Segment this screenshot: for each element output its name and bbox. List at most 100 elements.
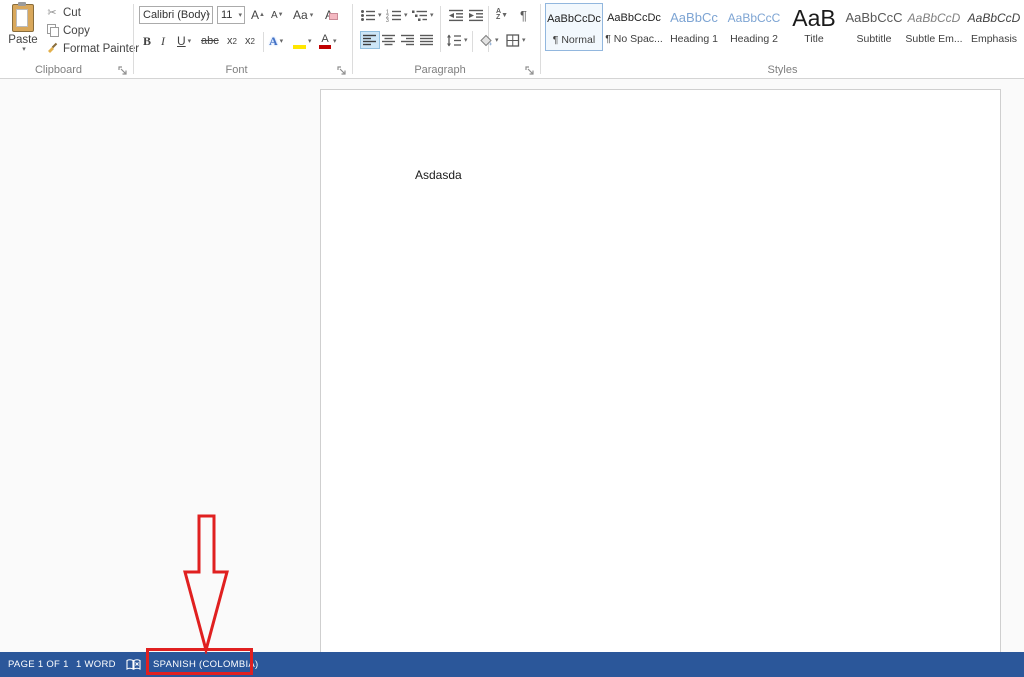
bold-button[interactable]: B xyxy=(141,32,153,50)
text-effects-icon: A xyxy=(269,33,278,48)
style-preview: AaBbCcDc xyxy=(547,13,601,25)
style-name: Heading 1 xyxy=(670,33,718,45)
style-heading-2[interactable]: AaBbCcC Heading 2 xyxy=(725,3,783,51)
increase-indent-button[interactable] xyxy=(466,6,486,24)
paragraph-dialog-launcher-icon[interactable] xyxy=(525,64,536,75)
highlight-dropdown-icon: ▾ xyxy=(308,37,312,45)
show-hide-pilcrow-button[interactable]: ¶ xyxy=(518,6,529,24)
numbering-button[interactable]: 123 ▾ xyxy=(384,6,410,24)
style-normal[interactable]: AaBbCcDc ¶ Normal xyxy=(545,3,603,51)
underline-button[interactable]: U ▾ xyxy=(175,32,193,50)
format-painter-button[interactable]: Format Painter xyxy=(45,40,139,57)
style-name: Subtle Em... xyxy=(905,33,963,45)
numbering-dropdown-icon: ▾ xyxy=(404,11,408,19)
style-subtitle[interactable]: AaBbCcC Subtitle xyxy=(845,3,903,51)
style-name: Subtitle xyxy=(856,33,892,45)
sort-button[interactable]: A Z ▼ xyxy=(494,6,510,24)
text-effects-button[interactable]: A ▾ xyxy=(267,32,285,50)
superscript-n: 2 xyxy=(250,36,255,46)
proofing-status-icon[interactable] xyxy=(126,652,141,677)
decrease-indent-icon xyxy=(449,9,463,21)
borders-button[interactable]: ▾ xyxy=(504,31,528,49)
align-center-icon xyxy=(382,34,395,46)
font-name-dropdown-icon: ▾ xyxy=(206,11,210,19)
borders-icon xyxy=(506,33,520,47)
status-bar: PAGE 1 OF 1 1 WORD SPANISH (COLOMBIA) xyxy=(0,652,1024,677)
copy-icon xyxy=(45,23,59,38)
bold-label: B xyxy=(143,33,152,48)
text-effects-dropdown-icon: ▾ xyxy=(279,37,284,45)
copy-button[interactable]: Copy xyxy=(45,22,90,39)
shading-icon xyxy=(480,34,492,46)
paste-button[interactable]: Paste ▾ xyxy=(4,2,42,66)
clear-formatting-button[interactable]: A xyxy=(323,6,340,24)
highlight-color-button[interactable]: ▾ xyxy=(291,32,314,50)
style-preview: AaBbCcC xyxy=(845,10,903,25)
strikethrough-button[interactable]: abc xyxy=(199,32,221,50)
bullets-icon xyxy=(361,9,375,21)
style-name: ¶ Normal xyxy=(552,34,596,46)
grow-font-label: A xyxy=(251,8,260,22)
font-name-select[interactable]: Calibri (Body) ▾ xyxy=(139,6,213,24)
styles-group: AaBbCcDc ¶ Normal AaBbCcDc ¶ No Spac... … xyxy=(541,0,1024,78)
paste-dropdown-icon[interactable]: ▾ xyxy=(6,46,42,53)
ribbon: Paste ▾ ✂ Cut Copy Format Painter Clipbo… xyxy=(0,0,1024,79)
font-name-value: Calibri (Body) xyxy=(143,9,209,21)
document-page[interactable]: Asdasda xyxy=(320,89,1001,652)
line-spacing-button[interactable]: ▾ xyxy=(444,31,470,49)
style-no-spacing[interactable]: AaBbCcDc ¶ No Spac... xyxy=(605,3,663,51)
language-status[interactable]: SPANISH (COLOMBIA) xyxy=(153,652,259,677)
clipboard-group: Paste ▾ ✂ Cut Copy Format Painter Clipbo… xyxy=(0,0,139,78)
paste-icon xyxy=(12,2,34,32)
style-preview: AaBbCc xyxy=(670,10,718,25)
shrink-font-label: A xyxy=(271,9,278,21)
cut-button[interactable]: ✂ Cut xyxy=(45,4,81,21)
format-painter-icon xyxy=(45,41,59,56)
style-heading-1[interactable]: AaBbCc Heading 1 xyxy=(665,3,723,51)
multilevel-list-icon xyxy=(412,10,427,21)
align-center-button[interactable] xyxy=(380,31,398,49)
style-preview: AaBbCcD xyxy=(967,11,1021,25)
numbering-icon: 123 xyxy=(386,9,401,22)
align-left-button[interactable] xyxy=(360,31,380,49)
underline-dropdown-icon: ▾ xyxy=(187,37,192,45)
font-color-icon: A xyxy=(319,33,331,49)
bullets-button[interactable]: ▾ xyxy=(358,6,384,24)
style-preview: AaBbCcC xyxy=(727,11,781,25)
font-size-dropdown-icon: ▾ xyxy=(238,11,242,19)
pilcrow-icon: ¶ xyxy=(520,7,527,23)
decrease-indent-button[interactable] xyxy=(446,6,466,24)
styles-group-label: Styles xyxy=(767,64,798,76)
multilevel-list-button[interactable]: ▾ xyxy=(410,6,436,24)
style-title[interactable]: AaB Title xyxy=(785,3,843,51)
page-count-status[interactable]: PAGE 1 OF 1 xyxy=(8,652,69,677)
shading-button[interactable]: ▾ xyxy=(476,31,501,49)
justify-button[interactable] xyxy=(418,31,436,49)
italic-label: I xyxy=(161,33,165,48)
style-preview: AaBbCcDc xyxy=(607,12,661,24)
style-emphasis[interactable]: AaBbCcD Emphasis xyxy=(965,3,1023,51)
change-case-label: Aa xyxy=(293,8,308,22)
borders-dropdown-icon: ▾ xyxy=(522,36,526,44)
style-name: ¶ No Spac... xyxy=(605,33,663,45)
align-right-button[interactable] xyxy=(399,31,417,49)
clipboard-dialog-launcher-icon[interactable] xyxy=(118,64,129,75)
increase-indent-icon xyxy=(469,9,483,21)
paste-label: Paste xyxy=(8,34,38,46)
change-case-button[interactable]: Aa ▾ xyxy=(291,6,315,24)
subscript-button[interactable]: x2 xyxy=(225,32,239,50)
grow-font-button[interactable]: A ▲ xyxy=(249,6,267,24)
font-color-button[interactable]: A ▾ xyxy=(317,32,339,50)
style-subtle-emphasis[interactable]: AaBbCcD Subtle Em... xyxy=(905,3,963,51)
justify-icon xyxy=(420,34,433,46)
bullets-dropdown-icon: ▾ xyxy=(378,11,382,19)
superscript-button[interactable]: x2 xyxy=(243,32,257,50)
subscript-n: 2 xyxy=(232,36,237,46)
shrink-font-button[interactable]: A ▼ xyxy=(269,6,286,24)
font-size-select[interactable]: 11 ▾ xyxy=(217,6,245,24)
word-count-status[interactable]: 1 WORD xyxy=(76,652,116,677)
change-case-dropdown-icon: ▾ xyxy=(309,11,314,19)
style-preview: AaBbCcD xyxy=(907,11,961,25)
font-dialog-launcher-icon[interactable] xyxy=(337,64,348,75)
italic-button[interactable]: I xyxy=(159,32,167,50)
